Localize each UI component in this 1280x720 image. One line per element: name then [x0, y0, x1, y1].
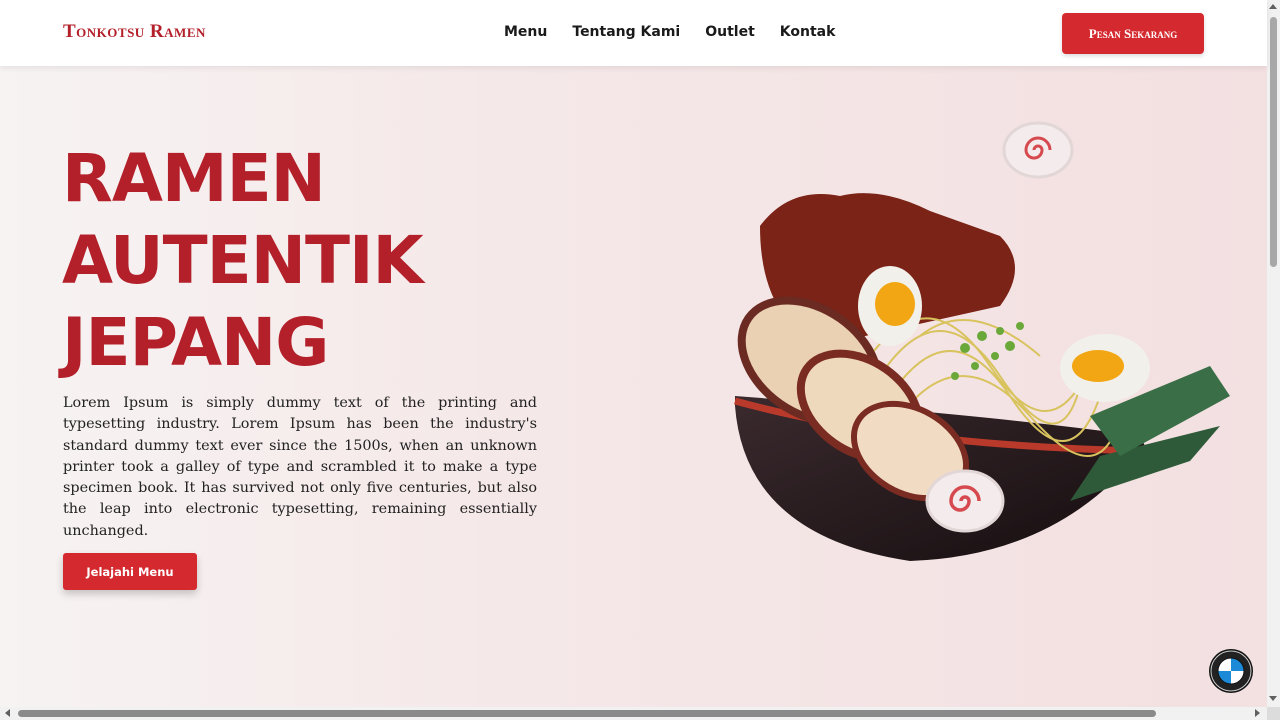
egg-icon [858, 266, 922, 346]
nav-item-tentang-kami[interactable]: Tentang Kami [572, 24, 680, 40]
hero-description: Lorem Ipsum is simply dummy text of the … [63, 395, 537, 539]
scrollbar-corner [1267, 707, 1280, 720]
nav-item-kontak[interactable]: Kontak [780, 24, 836, 40]
scroll-left-icon[interactable] [5, 709, 10, 717]
site-header: Tonkotsu Ramen Menu Tentang Kami Outlet … [0, 0, 1267, 66]
hero-title: RAMEN AUTENTIK JEPANG [62, 138, 424, 384]
scroll-down-icon[interactable] [1269, 696, 1277, 701]
brand-logo[interactable]: Tonkotsu Ramen [63, 21, 206, 43]
hero-title-line: RAMEN [62, 140, 326, 217]
main-nav: Menu Tentang Kami Outlet Kontak [504, 24, 835, 40]
horizontal-scroll-thumb[interactable] [18, 710, 1156, 717]
bmw-logo-icon[interactable] [1208, 648, 1254, 694]
narutomaki-icon [1002, 121, 1074, 179]
nav-item-outlet[interactable]: Outlet [705, 24, 755, 40]
explore-menu-button[interactable]: Jelajahi Menu [63, 553, 197, 590]
order-now-button[interactable]: Pesan Sekarang [1062, 13, 1204, 54]
hero-section: RAMEN AUTENTIK JEPANG Lorem Ipsum is sim… [0, 66, 1267, 707]
scroll-up-icon[interactable] [1269, 4, 1277, 9]
vertical-scrollbar[interactable] [1267, 0, 1280, 707]
egg-icon [1060, 334, 1150, 402]
ramen-bowl-illustration [734, 121, 1230, 561]
horizontal-scrollbar[interactable] [0, 707, 1267, 720]
hero-title-line: JEPANG [62, 304, 329, 381]
nav-item-menu[interactable]: Menu [504, 24, 547, 40]
narutomaki-icon [925, 469, 1005, 533]
scroll-right-icon[interactable] [1255, 709, 1260, 717]
vertical-scroll-thumb[interactable] [1270, 17, 1277, 267]
hero-title-line: AUTENTIK [62, 222, 424, 299]
